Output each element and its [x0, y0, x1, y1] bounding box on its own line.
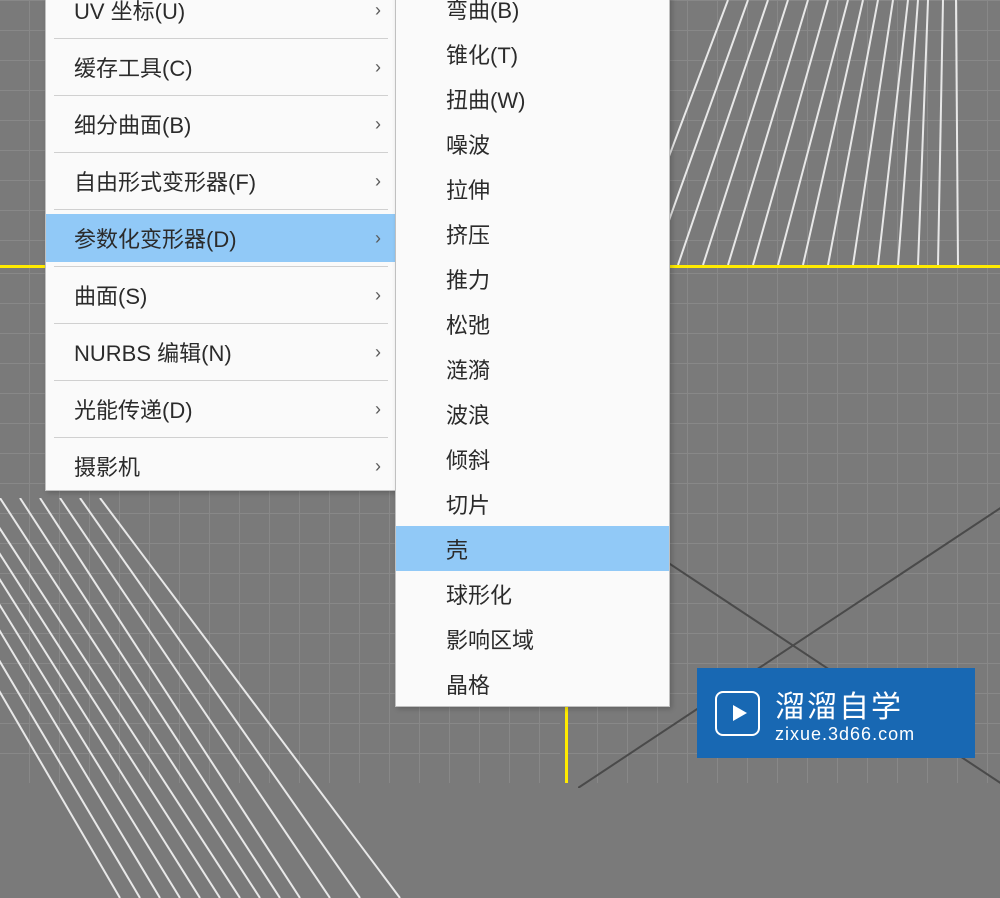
menu-label: 切片: [446, 488, 490, 520]
menu-separator: [54, 437, 388, 438]
menu-label: 扭曲(W): [446, 83, 525, 115]
submenu-slice[interactable]: 切片: [396, 481, 669, 526]
chevron-right-icon: ›: [375, 456, 381, 477]
menu-label: 推力: [446, 263, 490, 295]
menu-label: 挤压: [446, 218, 490, 250]
menu-uv-coords[interactable]: UV 坐标(U) ›: [46, 0, 396, 34]
chevron-right-icon: ›: [375, 171, 381, 192]
submenu-push[interactable]: 推力: [396, 256, 669, 301]
menu-label: 锥化(T): [446, 38, 518, 70]
submenu-skew[interactable]: 倾斜: [396, 436, 669, 481]
menu-label: 波浪: [446, 398, 490, 430]
play-icon: [715, 691, 760, 736]
submenu-squeeze[interactable]: 挤压: [396, 211, 669, 256]
menu-label: UV 坐标(U): [74, 0, 185, 26]
submenu-shell[interactable]: 壳: [396, 526, 669, 571]
watermark-badge: 溜溜自学 zixue.3d66.com: [697, 668, 975, 758]
submenu-taper[interactable]: 锥化(T): [396, 31, 669, 76]
menu-label: 拉伸: [446, 173, 490, 205]
submenu-noise[interactable]: 噪波: [396, 121, 669, 166]
menu-camera[interactable]: 摄影机 ›: [46, 442, 396, 490]
submenu-affect-region[interactable]: 影响区域: [396, 616, 669, 661]
submenu-twist[interactable]: 扭曲(W): [396, 76, 669, 121]
chevron-right-icon: ›: [375, 399, 381, 420]
menu-label: 自由形式变形器(F): [74, 165, 256, 197]
menu-separator: [54, 152, 388, 153]
menu-nurbs-edit[interactable]: NURBS 编辑(N) ›: [46, 328, 396, 376]
menu-label: 细分曲面(B): [74, 108, 191, 140]
watermark-title: 溜溜自学: [775, 682, 915, 726]
submenu-wave[interactable]: 波浪: [396, 391, 669, 436]
menu-separator: [54, 209, 388, 210]
menu-label: 涟漪: [446, 353, 490, 385]
submenu-lattice[interactable]: 晶格: [396, 661, 669, 706]
menu-label: 曲面(S): [74, 279, 147, 311]
submenu-stretch[interactable]: 拉伸: [396, 166, 669, 211]
submenu-bend[interactable]: 弯曲(B): [396, 0, 669, 31]
menu-label: 参数化变形器(D): [74, 222, 237, 254]
menu-label: 弯曲(B): [446, 0, 519, 25]
sub-context-menu: 弯曲(B) 锥化(T) 扭曲(W) 噪波 拉伸 挤压 推力 松弛 涟漪 波浪 倾…: [395, 0, 670, 707]
submenu-spherify[interactable]: 球形化: [396, 571, 669, 616]
menu-cache-tools[interactable]: 缓存工具(C) ›: [46, 43, 396, 91]
menu-label: 缓存工具(C): [74, 51, 193, 83]
submenu-ripple[interactable]: 涟漪: [396, 346, 669, 391]
chevron-right-icon: ›: [375, 228, 381, 249]
menu-parametric-deform[interactable]: 参数化变形器(D) ›: [46, 214, 396, 262]
chevron-right-icon: ›: [375, 285, 381, 306]
menu-label: 壳: [446, 533, 468, 565]
menu-label: NURBS 编辑(N): [74, 336, 232, 368]
menu-separator: [54, 38, 388, 39]
menu-separator: [54, 95, 388, 96]
menu-label: 噪波: [446, 128, 490, 160]
menu-separator: [54, 323, 388, 324]
menu-label: 球形化: [446, 578, 512, 610]
menu-label: 光能传递(D): [74, 393, 193, 425]
menu-surface[interactable]: 曲面(S) ›: [46, 271, 396, 319]
chevron-right-icon: ›: [375, 342, 381, 363]
menu-radiosity[interactable]: 光能传递(D) ›: [46, 385, 396, 433]
menu-label: 摄影机: [74, 450, 140, 482]
menu-label: 影响区域: [446, 623, 534, 655]
menu-separator: [54, 266, 388, 267]
menu-separator: [54, 380, 388, 381]
menu-label: 松弛: [446, 308, 490, 340]
menu-label: 晶格: [446, 668, 490, 700]
main-context-menu: UV 坐标(U) › 缓存工具(C) › 细分曲面(B) › 自由形式变形器(F…: [45, 0, 397, 491]
chevron-right-icon: ›: [375, 57, 381, 78]
chevron-right-icon: ›: [375, 114, 381, 135]
menu-subdivision[interactable]: 细分曲面(B) ›: [46, 100, 396, 148]
menu-freeform-deform[interactable]: 自由形式变形器(F) ›: [46, 157, 396, 205]
chevron-right-icon: ›: [375, 0, 381, 21]
submenu-relax[interactable]: 松弛: [396, 301, 669, 346]
menu-label: 倾斜: [446, 443, 490, 475]
watermark-url: zixue.3d66.com: [775, 724, 915, 745]
